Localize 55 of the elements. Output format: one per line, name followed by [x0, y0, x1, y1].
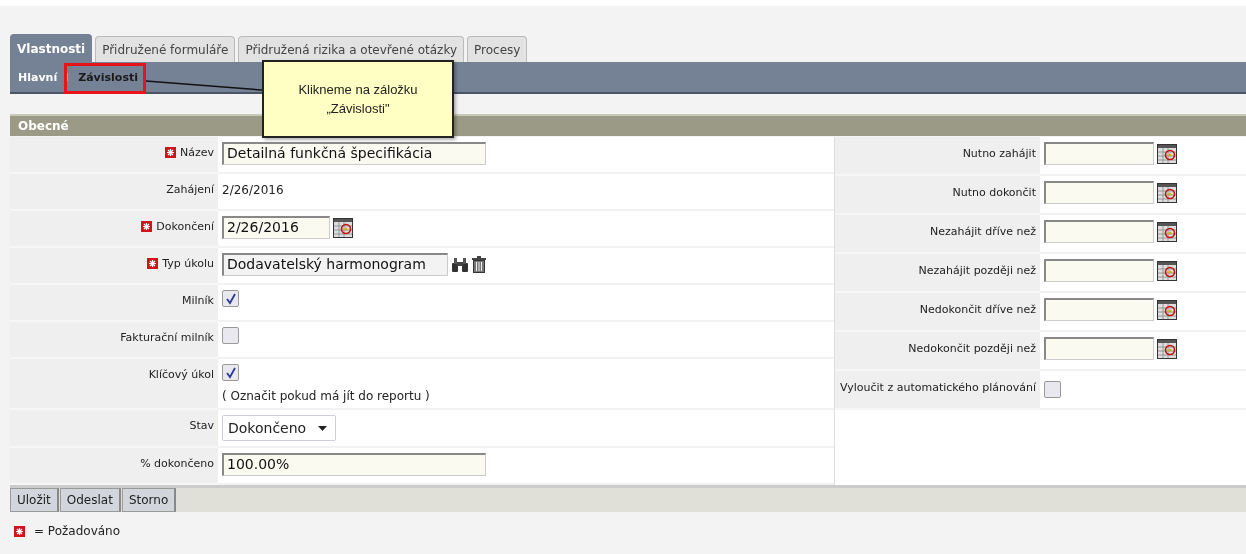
- field-label: Nutno dokončit: [952, 186, 1036, 200]
- form-button[interactable]: Uložit: [10, 488, 59, 512]
- field-label: Klíčový úkol: [148, 368, 214, 382]
- input-field[interactable]: [1044, 337, 1154, 360]
- field-label: Stav: [189, 419, 214, 433]
- calendar-icon[interactable]: [1157, 299, 1177, 320]
- calendar-icon[interactable]: [333, 217, 353, 238]
- tab[interactable]: Procesy: [467, 36, 528, 62]
- binoculars-icon[interactable]: [451, 256, 469, 273]
- field-label: Nezahájit později než: [918, 264, 1036, 278]
- field-label: Fakturační milník: [120, 331, 214, 345]
- input-field[interactable]: [1044, 181, 1154, 204]
- status-dropdown[interactable]: Dokončeno: [222, 415, 337, 441]
- trash-icon[interactable]: [472, 256, 486, 273]
- callout-note: Klikneme na záložku „Závislosti": [262, 60, 454, 138]
- checkbox[interactable]: [222, 290, 239, 307]
- field-label: Milník: [182, 294, 214, 308]
- checkbox[interactable]: [1044, 381, 1061, 398]
- required-icon: [14, 526, 25, 537]
- field-label: Typ úkolu: [162, 257, 214, 271]
- field-label: Název: [179, 146, 214, 160]
- form-button[interactable]: Odeslat: [59, 488, 121, 512]
- calendar-icon[interactable]: [1157, 338, 1177, 359]
- calendar-icon[interactable]: [1157, 143, 1177, 164]
- input-field[interactable]: [1044, 298, 1154, 321]
- field-label: Zahájení: [166, 183, 214, 197]
- hint-text: ( Označit pokud má jít do reportu ): [222, 389, 431, 403]
- input-field[interactable]: [1044, 142, 1154, 165]
- field-label: % dokončeno: [140, 457, 214, 471]
- field-value: 2/26/2016: [222, 182, 284, 197]
- subtab[interactable]: Hlavní: [18, 70, 58, 84]
- field-label: Vyloučit z automatického plánování: [840, 381, 1036, 395]
- subtab[interactable]: Závislosti: [78, 70, 138, 84]
- tab[interactable]: Přidružená rizika a otevřené otázky: [238, 36, 464, 62]
- field-label: Dokončení: [156, 220, 214, 234]
- input-field[interactable]: 100.00%: [222, 453, 486, 476]
- field-label: Nutno zahájit: [962, 147, 1036, 161]
- checkbox[interactable]: [222, 327, 239, 344]
- input-field[interactable]: [1044, 220, 1154, 243]
- calendar-icon[interactable]: [1157, 182, 1177, 203]
- input-field[interactable]: [1044, 259, 1154, 282]
- input-field[interactable]: Detailná funkčná špecifikácia: [222, 142, 486, 165]
- tab[interactable]: Přidružené formuláře: [95, 36, 236, 62]
- calendar-icon[interactable]: [1157, 260, 1177, 281]
- input-field[interactable]: 2/26/2016: [222, 216, 330, 239]
- form-button[interactable]: Storno: [121, 488, 177, 512]
- field-label: Nedokončit později než: [908, 342, 1036, 356]
- checkbox[interactable]: [222, 364, 239, 381]
- calendar-icon[interactable]: [1157, 221, 1177, 242]
- field-label: Nezahájit dříve než: [930, 225, 1036, 239]
- caret-icon: [318, 425, 328, 431]
- legend-text: = Požadováno: [34, 524, 121, 538]
- input-field[interactable]: Dodavatelský harmonogram: [222, 253, 448, 276]
- field-label: Nedokončit dříve než: [919, 303, 1036, 317]
- tab[interactable]: Vlastnosti: [10, 34, 93, 62]
